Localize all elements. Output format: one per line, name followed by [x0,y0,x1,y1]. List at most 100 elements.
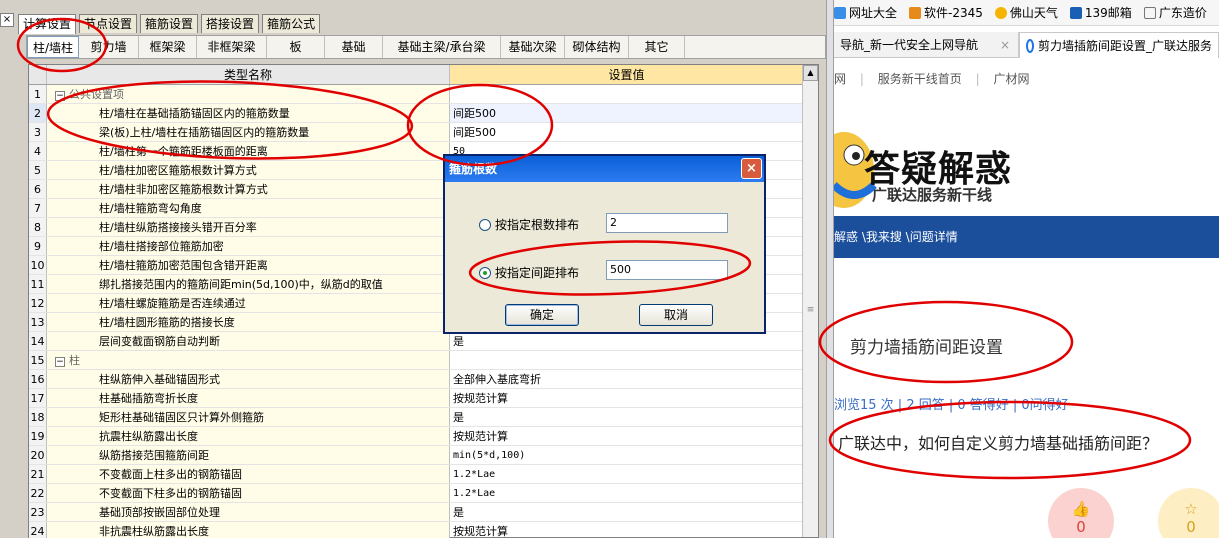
column-header-value[interactable]: 设置值 [450,65,803,84]
row-value[interactable]: 1.2*Lae [450,484,803,502]
bookmark-weather[interactable]: 佛山天气 [994,4,1058,21]
thumbs-up-icon: 👍 [1071,500,1091,518]
grid-vertical-scrollbar[interactable]: ▲ ≡ [802,65,818,537]
bookmark-label: 佛山天气 [1009,6,1058,20]
weather-icon [994,6,1007,19]
bookmark-2345[interactable]: 软件-2345 [909,4,983,21]
table-row[interactable]: 14 层间变截面钢筋自动判断 是 [29,332,803,351]
row-number: 21 [29,465,47,483]
subtab-masonry[interactable]: 砌体结构 [565,36,629,58]
count-input[interactable]: 2 [606,213,728,233]
row-name: 柱/墙柱纵筋搭接接头错开百分率 [47,218,450,236]
row-name: 不变截面下柱多出的钢筋锚固 [47,484,450,502]
row-number: 18 [29,408,47,426]
row-name: 层间变截面钢筋自动判断 [47,332,450,350]
subtab-foundation-secondary-beam[interactable]: 基础次梁 [501,36,565,58]
row-value[interactable]: 间距500 [450,123,803,141]
collapse-toggle-icon[interactable]: − [55,357,65,367]
row-value[interactable]: 全部伸入基底弯折 [450,370,803,388]
group-row[interactable]: 1− 公共设置项 [29,85,803,104]
collapse-toggle-icon[interactable]: − [55,91,65,101]
site-nav-link[interactable]: 网 [834,72,846,86]
bookmark-mail[interactable]: 139邮箱 [1069,4,1132,21]
mail-icon [1069,6,1082,19]
panel-close-button[interactable]: × [0,13,14,27]
row-name-text: 柱/墙柱箍筋加密范围包含错开距离 [99,259,268,272]
option-by-count[interactable]: 按指定根数排布 [479,216,579,233]
browser-tab-nav[interactable]: 导航_新一代安全上网导航 × [834,32,1019,58]
subtab-frame-beam[interactable]: 框架梁 [139,36,197,58]
row-number: 9 [29,237,47,255]
breadcrumb[interactable]: 解惑 \我来搜 \问题详情 [834,230,958,244]
subtab-column[interactable]: 柱/墙柱 [27,36,79,58]
option-by-spacing[interactable]: 按指定间距排布 [479,264,579,281]
row-value[interactable] [450,351,803,369]
subtab-foundation[interactable]: 基础 [325,36,383,58]
tab-node-settings[interactable]: 节点设置 [79,14,138,33]
subtab-shear-wall[interactable]: 剪力墙 [79,36,139,58]
bookmark-cost[interactable]: 广东造价 [1143,4,1207,21]
rebar-settings-window: × 计算设置 节点设置 箍筋设置 搭接设置 箍筋公式 柱/墙柱 剪力墙 框架梁 … [0,0,826,538]
group-row[interactable]: 15− 柱 [29,351,803,370]
star-icon: ☆ [1184,500,1198,518]
column-header-name[interactable]: 类型名称 [47,65,450,84]
site-nav-link[interactable]: 广材网 [993,72,1029,86]
bookmark-icon [909,6,922,19]
table-row[interactable]: 21 不变截面上柱多出的钢筋锚固 1.2*Lae [29,465,803,484]
scroll-grip-icon[interactable]: ≡ [803,305,818,325]
browser-tab-active[interactable]: 剪力墙插筋间距设置_广联达服务 [1019,32,1219,58]
tab-stirrup-formula[interactable]: 箍筋公式 [262,14,321,33]
subtab-nonframe-beam[interactable]: 非框架梁 [197,36,267,58]
pane-splitter[interactable] [826,0,834,538]
table-row[interactable]: 24 非抗震柱纵筋露出长度 按规范计算 [29,522,803,538]
table-row[interactable]: 20 纵筋搭接范围箍筋间距 min(5*d,100) [29,446,803,465]
row-value[interactable]: 是 [450,332,803,350]
cancel-button[interactable]: 取消 [639,304,713,326]
table-row[interactable]: 17 柱基础插筋弯折长度 按规范计算 [29,389,803,408]
favorite-count: 0 [1186,518,1196,536]
table-row[interactable]: 18 矩形柱基础锚固区只计算外侧箍筋 是 [29,408,803,427]
dialog-close-button[interactable]: × [741,158,762,179]
tab-calc-settings[interactable]: 计算设置 [18,14,77,34]
row-name-text: 柱/墙柱搭接部位箍筋加密 [99,240,224,253]
table-row[interactable]: 16 柱纵筋伸入基础锚固形式 全部伸入基底弯折 [29,370,803,389]
favorite-button[interactable]: ☆ 0 [1158,488,1219,538]
row-value[interactable]: 按规范计算 [450,389,803,407]
row-value[interactable]: 是 [450,408,803,426]
row-value[interactable]: 按规范计算 [450,522,803,538]
radio-by-spacing[interactable] [479,266,491,279]
tab-lap-settings[interactable]: 搭接设置 [201,14,260,33]
row-number: 10 [29,256,47,274]
ok-button[interactable]: 确定 [505,304,579,326]
grid-header-corner [29,65,47,84]
row-value[interactable] [450,85,803,103]
bookmark-url-list[interactable]: 网址大全 [834,4,897,21]
radio-by-count[interactable] [479,218,491,231]
table-row[interactable]: 19 抗震柱纵筋露出长度 按规范计算 [29,427,803,446]
row-name-text: 柱/墙柱非加密区箍筋根数计算方式 [99,183,268,196]
row-value[interactable]: min(5*d,100) [450,446,803,464]
like-button[interactable]: 👍 0 [1048,488,1114,538]
dialog-titlebar[interactable]: 箍筋根数 × [445,156,764,182]
subtab-foundation-main-beam[interactable]: 基础主梁/承台梁 [383,36,501,58]
question-stats[interactable]: 浏览15 次 | 2 回答 | 0 答得好 | 0问得好 [834,394,1069,413]
row-value[interactable]: 是 [450,503,803,521]
table-row[interactable]: 3 梁(板)上柱/墙柱在插筋锚固区内的箍筋数量 间距500 [29,123,803,142]
site-nav-link[interactable]: 服务新干线首页 [878,72,962,86]
row-value[interactable]: 间距500 [450,104,803,122]
subtab-slab[interactable]: 板 [267,36,325,58]
table-row[interactable]: 23 基础顶部按嵌固部位处理 是 [29,503,803,522]
row-value[interactable]: 按规范计算 [450,427,803,445]
spacing-input[interactable]: 500 [606,260,728,280]
option-by-spacing-label: 按指定间距排布 [495,266,580,280]
scroll-up-arrow-icon[interactable]: ▲ [803,65,818,81]
tab-stirrup-settings[interactable]: 箍筋设置 [140,14,199,33]
subtab-other[interactable]: 其它 [629,36,685,58]
row-value[interactable]: 1.2*Lae [450,465,803,483]
row-number: 8 [29,218,47,236]
table-row[interactable]: 22 不变截面下柱多出的钢筋锚固 1.2*Lae [29,484,803,503]
row-name: 柱/墙柱箍筋加密范围包含错开距离 [47,256,450,274]
site-nav-divider: | [859,72,864,86]
table-row[interactable]: 2 柱/墙柱在基础插筋锚固区内的箍筋数量 间距500 [29,104,803,123]
tab-close-icon[interactable]: × [1000,32,1010,58]
